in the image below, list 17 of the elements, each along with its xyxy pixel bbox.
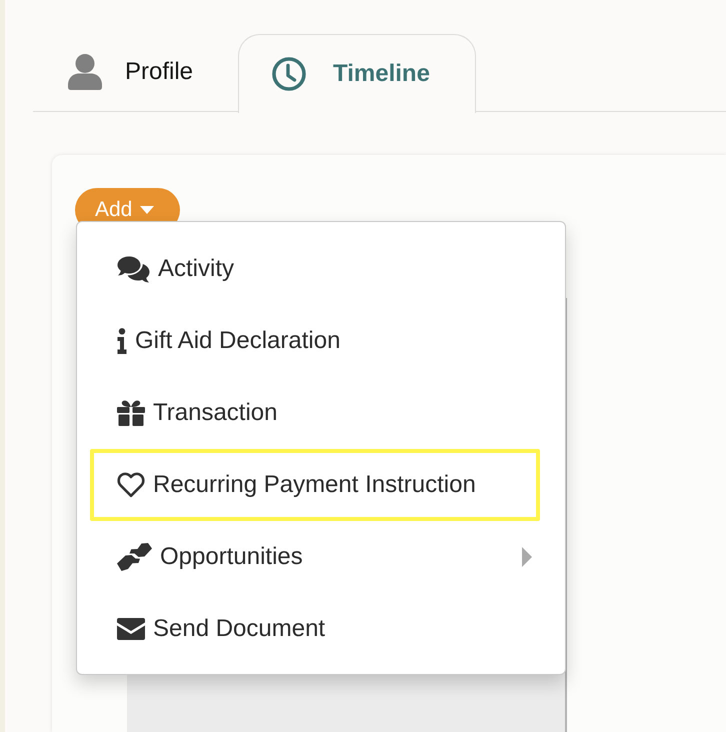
person-icon (68, 54, 102, 90)
gift-icon (117, 400, 145, 426)
menu-item[interactable]: Transaction (90, 377, 540, 449)
tab[interactable]: Profile (33, 33, 238, 111)
menu-item[interactable]: Send Document (90, 593, 540, 665)
menu-item[interactable]: Gift Aid Declaration (90, 305, 540, 377)
tab[interactable]: Timeline (238, 34, 476, 112)
chat-bubbles-icon (117, 256, 150, 282)
handshake-icon (117, 543, 152, 571)
menu-item[interactable]: Opportunities (90, 521, 540, 593)
clock-icon (272, 56, 306, 90)
caret-down-icon (140, 206, 154, 214)
heart-icon (117, 472, 145, 498)
menu-item[interactable]: Recurring Payment Instruction (90, 449, 540, 521)
menu-item[interactable]: Activity (90, 233, 540, 305)
info-icon (117, 328, 127, 354)
envelope-icon (117, 618, 145, 640)
